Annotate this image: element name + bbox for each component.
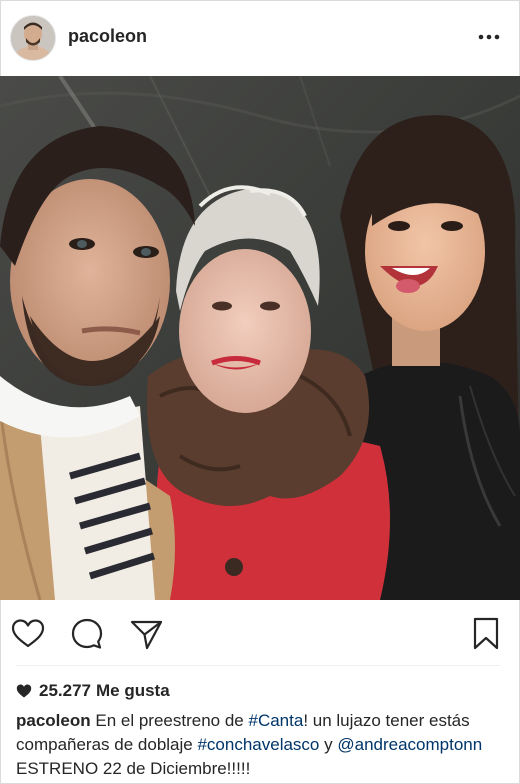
heart-filled-icon: [16, 684, 32, 698]
avatar[interactable]: [10, 15, 56, 61]
likes-count[interactable]: 25.277 Me gusta: [16, 680, 170, 702]
avatar-image: [11, 16, 55, 60]
hashtag-link[interactable]: #Canta: [248, 711, 303, 730]
selfie-image: [0, 76, 520, 600]
mention-link[interactable]: @andreacomptonn: [337, 735, 482, 754]
post-actions: [0, 600, 520, 662]
divider: [16, 665, 500, 666]
caption-text: y: [324, 735, 333, 754]
bookmark-icon[interactable]: [468, 616, 504, 652]
likes-number: 25.277: [39, 681, 91, 700]
post-username[interactable]: pacoleon: [68, 26, 147, 47]
caption-username[interactable]: pacoleon: [16, 711, 91, 730]
post-caption: pacoleon En el preestreno de #Canta! un …: [16, 709, 506, 781]
share-icon[interactable]: [128, 616, 164, 652]
more-options-icon[interactable]: [476, 28, 502, 46]
caption-text: ESTRENO 22 de Diciembre!!!!!: [16, 759, 251, 778]
likes-label: Me gusta: [96, 681, 170, 700]
heart-icon[interactable]: [10, 616, 46, 652]
post-header: pacoleon: [0, 0, 520, 76]
caption-text: En el preestreno de: [95, 711, 244, 730]
comment-icon[interactable]: [69, 616, 105, 652]
post-photo[interactable]: [0, 76, 520, 600]
hashtag-link[interactable]: #conchavelasco: [197, 735, 319, 754]
